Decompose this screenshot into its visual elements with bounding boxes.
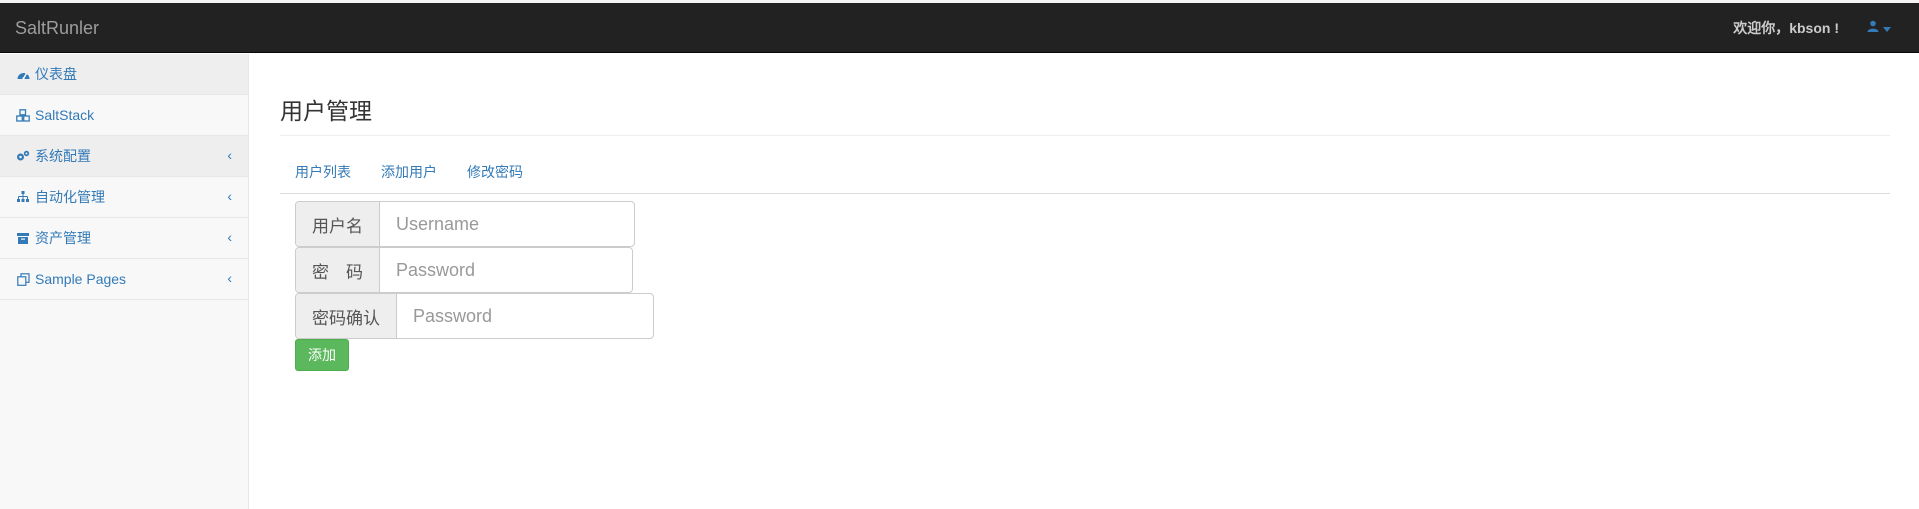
sidebar-item-label: Sample Pages [35,271,127,287]
confirm-password-field[interactable] [397,294,619,338]
sidebar-item-saltstack[interactable]: SaltStack [0,95,248,136]
caret-down-icon [1883,19,1891,37]
confirm-password-input-group: 密码确认 [295,293,654,339]
dashboard-icon [16,67,30,81]
confirm-password-label: 密码确认 [296,294,397,338]
sidebar-item-assets[interactable]: 资产管理 ‹ [0,218,248,259]
sidebar: 仪表盘 SaltStack 系统配置 ‹ 自动化管理 ‹ 资产管理 ‹ Samp… [0,54,249,509]
brand-title[interactable]: SaltRunler [15,3,99,53]
username-input-group: 用户名 [295,201,635,247]
files-icon [16,272,30,286]
add-user-button[interactable]: 添加 [295,339,349,371]
sidebar-item-label: 自动化管理 [35,189,105,205]
sidebar-item-dashboard[interactable]: 仪表盘 [0,54,248,95]
chevron-left-icon: ‹ [227,147,232,163]
sidebar-item-automation[interactable]: 自动化管理 ‹ [0,177,248,218]
sidebar-item-sample-pages[interactable]: Sample Pages ‹ [0,259,248,300]
welcome-text: 欢迎你，kbson ! [1733,20,1839,36]
sitemap-icon [16,190,30,204]
sidebar-item-label: 资产管理 [35,230,91,246]
cubes-icon [16,108,30,122]
sidebar-item-label: SaltStack [35,107,95,123]
archive-icon [16,231,30,245]
password-field[interactable] [380,248,602,292]
top-navbar: SaltRunler 欢迎你，kbson ! [0,3,1919,53]
password-label: 密 码 [296,248,380,292]
username-label: 用户名 [296,202,380,246]
sidebar-item-system-config[interactable]: 系统配置 ‹ [0,136,248,177]
tab-add-user[interactable]: 添加用户 [366,151,452,193]
tab-change-password[interactable]: 修改密码 [452,151,538,193]
chevron-left-icon: ‹ [227,188,232,204]
username-field[interactable] [380,202,602,246]
tab-bar: 用户列表 添加用户 修改密码 [280,151,1890,194]
page-title: 用户管理 [280,98,372,124]
chevron-left-icon: ‹ [227,270,232,286]
sidebar-item-label: 系统配置 [35,148,91,164]
page-header: 用户管理 [280,80,1890,136]
gears-icon [16,149,30,163]
password-input-group: 密 码 [295,247,633,293]
main-content: 用户管理 用户列表 添加用户 修改密码 用户名 密 码 密码确认 添加 [250,54,1919,509]
sidebar-item-label: 仪表盘 [35,66,77,82]
chevron-left-icon: ‹ [227,229,232,245]
user-menu-toggle[interactable] [1867,3,1891,53]
tab-user-list[interactable]: 用户列表 [280,151,366,193]
user-icon [1867,19,1879,37]
